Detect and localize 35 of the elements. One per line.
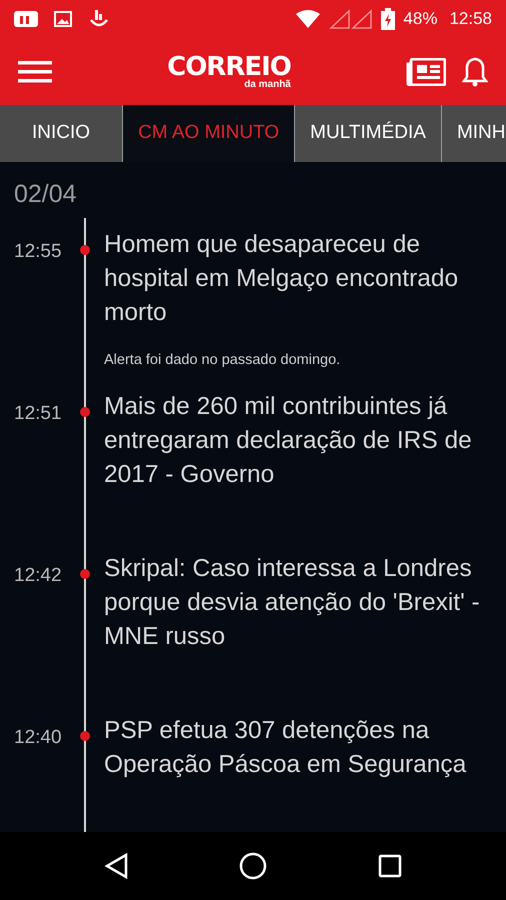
- logo[interactable]: CORREIO da manhã: [167, 54, 291, 90]
- timeline-dot: [80, 730, 90, 740]
- news-summary: Alerta foi dado no passado domingo.: [104, 350, 342, 370]
- menu-button[interactable]: [18, 60, 52, 84]
- news-time: 12:40: [14, 726, 62, 750]
- timeline-dot: [80, 568, 90, 578]
- recents-button[interactable]: [378, 854, 402, 878]
- home-button[interactable]: [238, 852, 267, 880]
- news-time: 12:42: [14, 564, 62, 588]
- battery-percent: 48%: [403, 8, 438, 30]
- timeline-dot: [80, 244, 90, 254]
- home-icon: [238, 852, 267, 880]
- clock: 12:58: [449, 8, 492, 30]
- image-icon: [54, 11, 72, 27]
- signal-icon: [329, 9, 374, 29]
- tab[interactable]: CM AO MINUTO: [123, 105, 296, 162]
- newspaper-icon: [406, 58, 446, 86]
- app-icon: [14, 9, 38, 29]
- timeline-dot: [80, 406, 90, 416]
- news-headline[interactable]: Homem que desapareceu de hospital em Melgaço encontrado morto: [104, 218, 506, 330]
- news-time: 12:55: [14, 240, 62, 264]
- back-button[interactable]: [104, 853, 128, 879]
- menu-icon: [18, 60, 52, 84]
- date-heading: 02/04: [13, 179, 78, 210]
- newspaper-button[interactable]: [406, 58, 446, 86]
- news-time: 12:51: [14, 402, 62, 426]
- battery-icon: [381, 8, 396, 30]
- recents-icon: [378, 854, 402, 878]
- news-headline[interactable]: PSP efetua 307 detenções na Operação Páscoa em Segurança: [104, 704, 506, 782]
- wifi-icon: [295, 9, 322, 29]
- notifications-button[interactable]: [462, 56, 488, 86]
- news-headline[interactable]: Skripal: Caso interessa a Londres porque desvia atenção do 'Brexit' - MNE russo: [104, 542, 506, 654]
- bell-icon: [462, 56, 488, 86]
- back-icon: [104, 853, 128, 879]
- news-headline[interactable]: Mais de 260 mil contribuintes já entregaram declaração de IRS de 2017 - Governo: [104, 380, 506, 492]
